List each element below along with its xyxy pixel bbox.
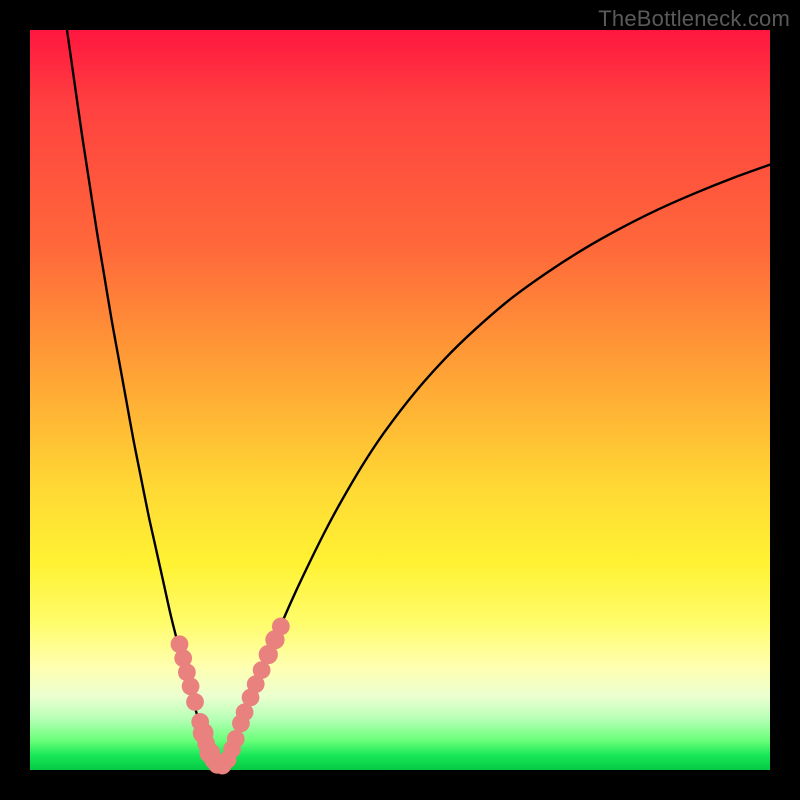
- plot-area: [30, 30, 770, 770]
- curve-layer: [67, 30, 770, 766]
- marker-layer: [171, 618, 290, 775]
- data-marker: [227, 730, 245, 748]
- chart-svg: [30, 30, 770, 770]
- curve-left-branch: [67, 30, 215, 766]
- curve-right-branch: [222, 165, 770, 767]
- data-marker: [186, 693, 204, 711]
- watermark-text: TheBottleneck.com: [598, 6, 790, 32]
- outer-frame: TheBottleneck.com: [0, 0, 800, 800]
- data-marker: [182, 678, 200, 696]
- data-marker: [272, 618, 290, 636]
